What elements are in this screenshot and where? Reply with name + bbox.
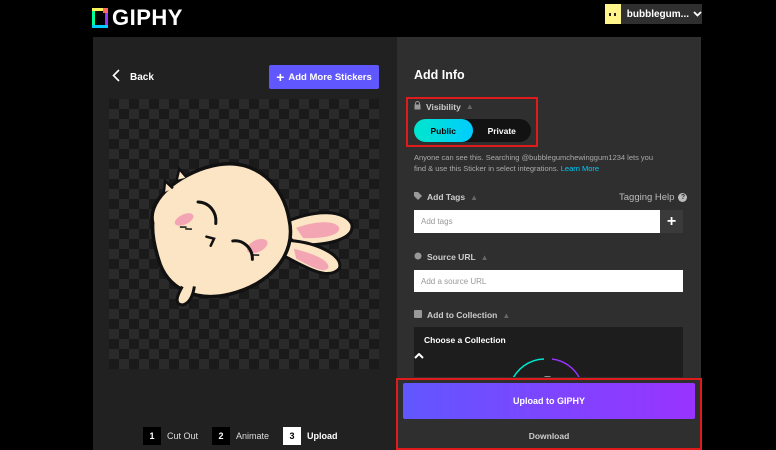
chevron-up-icon: ▲	[480, 252, 489, 262]
private-option[interactable]: Private	[473, 119, 532, 142]
upload-to-giphy-button[interactable]: Upload to GIPHY	[403, 383, 695, 419]
visibility-help-text: Anyone can see this. Searching @bubblegu…	[414, 152, 664, 174]
add-info-panel: Add Info Visibility ▲ Public Private Any…	[397, 37, 701, 450]
tag-icon	[414, 192, 422, 202]
tags-input-placeholder: Add tags	[421, 217, 453, 226]
giphy-logo-mark	[92, 8, 108, 28]
sticker-preview-panel: Back + Add More Stickers 1 Cut Out 2 Ani…	[93, 37, 397, 450]
step-label: Cut Out	[167, 431, 199, 441]
chevron-left-icon	[112, 69, 120, 86]
chevron-up-icon: ▲	[502, 310, 511, 320]
add-tag-button[interactable]: +	[660, 210, 683, 233]
source-url-text: Source URL	[427, 252, 476, 262]
chevron-down-icon[interactable]	[693, 9, 702, 19]
add-to-collection-label[interactable]: Add to Collection ▲	[414, 310, 510, 320]
source-url-input[interactable]: Add a source URL	[414, 270, 683, 292]
chevron-up-icon: ▲	[465, 102, 474, 111]
step-animate[interactable]: 2 Animate	[212, 427, 269, 445]
back-label: Back	[130, 72, 154, 83]
add-more-stickers-label: Add More Stickers	[288, 71, 372, 83]
page-title: Add Info	[414, 68, 465, 82]
add-to-collection-text: Add to Collection	[427, 310, 498, 320]
public-option[interactable]: Public	[414, 119, 473, 142]
tagging-help-text: Tagging Help	[619, 192, 675, 203]
add-tags-text: Add Tags	[427, 192, 466, 202]
step-upload[interactable]: 3 Upload	[283, 427, 338, 445]
lock-icon	[414, 101, 421, 112]
choose-collection-text: Choose a Collection	[424, 335, 506, 345]
learn-more-link[interactable]: Learn More	[561, 164, 599, 173]
bunny-sticker-image	[150, 161, 354, 307]
download-button[interactable]: Download	[397, 431, 701, 441]
upload-actions: Upload to GIPHY Download	[397, 377, 701, 450]
step-number: 1	[143, 427, 161, 445]
plus-icon: +	[276, 69, 285, 85]
tagging-help-link[interactable]: Tagging Help ?	[619, 192, 688, 203]
visibility-toggle[interactable]: Public Private	[414, 119, 531, 142]
username: bubblegum...	[626, 8, 689, 20]
avatar	[605, 4, 621, 24]
sticker-preview	[109, 99, 379, 369]
visibility-help-body: Anyone can see this. Searching @bubblegu…	[414, 153, 654, 173]
collection-dropdown-header[interactable]: Choose a Collection	[414, 327, 683, 359]
visibility-label[interactable]: Visibility ▲	[414, 101, 474, 112]
back-button[interactable]: Back	[112, 69, 154, 86]
logo-text: GIPHY	[112, 5, 183, 30]
tags-input[interactable]: Add tags	[414, 210, 660, 233]
upload-steps: 1 Cut Out 2 Animate 3 Upload	[143, 427, 352, 445]
step-number: 3	[283, 427, 302, 445]
step-number: 2	[212, 427, 231, 445]
giphy-logo[interactable]: GIPHY	[92, 5, 183, 31]
step-label: Animate	[236, 431, 270, 441]
add-tags-label[interactable]: Add Tags ▲	[414, 192, 478, 202]
user-menu[interactable]: bubblegum...	[605, 4, 702, 24]
step-cut-out[interactable]: 1 Cut Out	[143, 427, 198, 445]
add-more-stickers-button[interactable]: + Add More Stickers	[269, 65, 379, 89]
globe-icon	[414, 252, 422, 262]
collection-icon	[414, 310, 422, 320]
visibility-text: Visibility	[426, 101, 461, 112]
question-icon: ?	[678, 193, 688, 202]
chevron-up-icon: ▲	[470, 192, 479, 202]
step-label: Upload	[307, 431, 338, 441]
plus-icon: +	[666, 212, 677, 230]
source-url-label[interactable]: Source URL ▲	[414, 252, 489, 262]
source-url-placeholder: Add a source URL	[421, 276, 487, 286]
